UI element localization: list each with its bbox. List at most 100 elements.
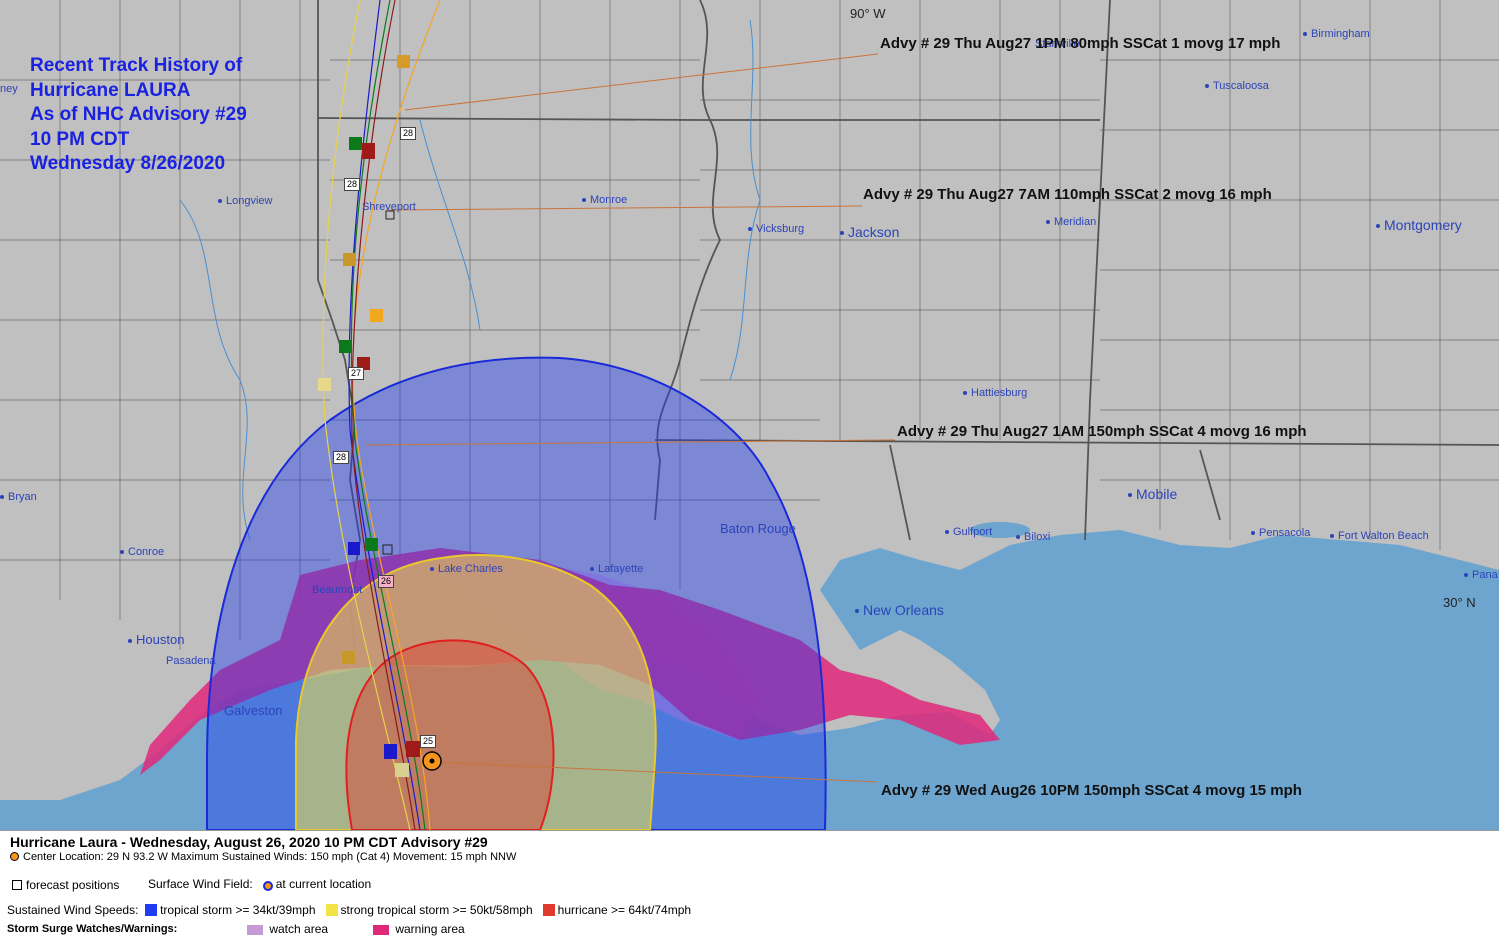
city-label: Lake Charles: [430, 563, 503, 575]
strong-tropical-storm-swatch: [325, 904, 338, 916]
city-dot-icon: [855, 609, 859, 614]
warning-area-label: warning area: [395, 922, 465, 936]
city-label: Conroe: [120, 546, 164, 558]
city-name: New Orleans: [863, 602, 944, 618]
city-label: Baton Rouge: [720, 521, 796, 536]
city-name: Fort Walton Beach: [1338, 530, 1429, 542]
current-location-icon: [262, 881, 273, 891]
city-label: Montgomery: [1376, 217, 1462, 233]
title-line-5: Wednesday 8/26/2020: [30, 153, 226, 174]
forecast-square-icon: [12, 880, 22, 890]
storm-center-icon: [10, 852, 19, 861]
city-dot-icon: [128, 638, 132, 643]
city-dot-icon: [748, 227, 752, 232]
legend-header: Hurricane Laura - Wednesday, August 26, …: [10, 834, 488, 850]
city-dot-icon: [1330, 534, 1334, 539]
city-dot-icon: [1046, 220, 1050, 225]
city-dot-icon: [963, 391, 967, 396]
city-name: Houston: [136, 632, 185, 647]
center-location-text: Center Location: 29 N 93.2 W Maximum Sus…: [23, 851, 517, 863]
lake-pontchartrain: [840, 562, 920, 598]
hurricane-label: hurricane >= 64kt/74mph: [557, 903, 692, 917]
city-label: Gulfport: [945, 526, 992, 538]
city-label: New Orleans: [855, 602, 944, 618]
city-label: Pasadena: [166, 655, 216, 667]
city-label: Monroe: [582, 194, 627, 206]
city-name: Mobile: [1136, 486, 1178, 502]
city-name: Lafayette: [598, 563, 644, 575]
city-dot-icon: [1464, 573, 1468, 578]
surge-label: Storm Surge Watches/Warnings:: [7, 923, 178, 935]
title-line-2: Hurricane LAURA: [30, 79, 191, 101]
track-history-title: Recent Track History of Hurricane LAURA …: [30, 54, 247, 177]
forecast-positions-key: forecast positions: [12, 878, 119, 892]
city-name: Monroe: [590, 194, 628, 206]
city-label: Bryan: [0, 491, 37, 503]
hurricane-swatch: [542, 904, 555, 916]
surface-wind-field-key: Surface Wind Field: at current location: [148, 877, 371, 891]
city-label: Galveston: [224, 703, 283, 718]
city-dot-icon: [1016, 535, 1020, 540]
city-dot-icon: [0, 495, 4, 500]
city-dot-icon: [945, 530, 949, 535]
advisory-annotation: Advy # 29 Thu Aug27 7AM 110mph SSCat 2 m…: [863, 186, 1272, 203]
track-time-tag: 26: [378, 575, 395, 588]
city-label: Pensacola: [1251, 527, 1310, 539]
city-dot-icon: [582, 198, 586, 203]
longitude-label: 90° W: [850, 6, 886, 21]
surge-watch-swatch: [247, 925, 263, 935]
surge-warning-swatch: [373, 925, 389, 935]
city-dot-icon: [218, 199, 222, 204]
advisory-annotation: Advy # 29 Thu Aug27 1PM 80mph SSCat 1 mo…: [880, 35, 1281, 52]
city-name: ney: [0, 83, 18, 95]
city-name: Birmingham: [1311, 28, 1370, 40]
track-time-tag: 28: [344, 178, 361, 191]
city-label: Vicksburg: [748, 223, 804, 235]
city-name: Pasadena: [166, 655, 216, 667]
city-label: Biloxi: [1016, 531, 1050, 543]
city-name: Beaumont: [312, 584, 363, 596]
track-time-tag: 27: [348, 367, 365, 380]
city-name: Hattiesburg: [971, 387, 1028, 399]
track-time-tag: 28: [333, 451, 350, 464]
sustained-wind-label: Sustained Wind Speeds:: [7, 903, 139, 917]
city-dot-icon: [1303, 32, 1307, 37]
city-label: Longview: [218, 195, 272, 207]
city-name: Shreveport: [362, 201, 416, 213]
city-name: Gulfport: [953, 526, 993, 538]
city-name: Galveston: [224, 703, 283, 718]
city-name: Conroe: [128, 546, 165, 558]
title-line-1: Recent Track History of: [30, 55, 243, 76]
title-line-4: 10 PM CDT: [30, 128, 130, 150]
forecast-positions-label: forecast positions: [26, 878, 120, 892]
current-storm-center: [422, 751, 442, 771]
city-label: Mobile: [1128, 486, 1177, 502]
city-dot-icon: [590, 567, 594, 572]
latitude-label: 30° N: [1443, 595, 1476, 610]
city-name: Longview: [226, 195, 273, 207]
surface-wind-field-label: Surface Wind Field:: [148, 877, 253, 891]
city-name: Tuscaloosa: [1213, 80, 1269, 92]
city-label: Tuscaloosa: [1205, 80, 1269, 92]
current-location-label: at current location: [275, 877, 372, 891]
advisory-annotation: Advy # 29 Wed Aug26 10PM 150mph SSCat 4 …: [881, 782, 1302, 799]
city-name: Vicksburg: [756, 223, 805, 235]
city-dot-icon: [1251, 531, 1255, 536]
city-dot-icon: [1205, 84, 1209, 89]
advisory-annotation: Advy # 29 Thu Aug27 1AM 150mph SSCat 4 m…: [897, 423, 1307, 440]
city-name: Pana: [1472, 569, 1498, 581]
city-label: Fort Walton Beach: [1330, 530, 1429, 542]
city-label: Pana: [1464, 569, 1498, 581]
strong-tropical-storm-label: strong tropical storm >= 50kt/58mph: [340, 903, 533, 917]
city-dot-icon: [1128, 493, 1132, 498]
watch-area-label: watch area: [269, 922, 329, 936]
track-time-tag: 25: [420, 735, 437, 748]
storm-map: Recent Track History of Hurricane LAURA …: [0, 0, 1499, 830]
city-dot-icon: [840, 231, 844, 236]
city-name: Jackson: [848, 224, 900, 240]
surge-warning-key: warning area: [373, 922, 465, 936]
city-dot-icon: [1376, 224, 1380, 229]
city-label: Beaumont: [312, 584, 362, 596]
tropical-storm-swatch: [145, 904, 158, 916]
city-dot-icon: [430, 567, 434, 572]
